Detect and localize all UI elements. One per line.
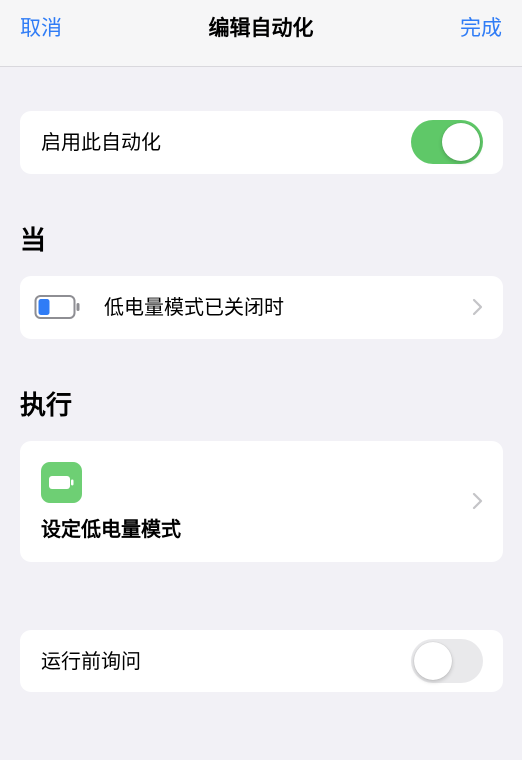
trigger-label: 低电量模式已关闭时 xyxy=(104,295,284,319)
battery-icon xyxy=(41,462,82,503)
battery-low-icon xyxy=(34,294,82,324)
trigger-row[interactable]: 低电量模式已关闭时 xyxy=(20,276,503,339)
ask-before-running-toggle[interactable] xyxy=(411,639,483,683)
enable-automation-row: 启用此自动化 xyxy=(20,111,503,174)
action-row[interactable]: 设定低电量模式 xyxy=(20,441,503,562)
navigation-bar: 取消 编辑自动化 完成 xyxy=(0,0,522,67)
toggle-knob xyxy=(414,642,452,680)
page-title: 编辑自动化 xyxy=(208,16,314,40)
enable-automation-toggle[interactable] xyxy=(411,120,483,164)
ask-before-running-label: 运行前询问 xyxy=(41,649,141,673)
do-section-title: 执行 xyxy=(20,391,73,421)
action-label: 设定低电量模式 xyxy=(41,517,181,541)
enable-automation-label: 启用此自动化 xyxy=(41,130,161,154)
chevron-right-icon xyxy=(469,492,487,510)
chevron-right-icon xyxy=(469,298,487,316)
ask-before-running-row: 运行前询问 xyxy=(20,630,503,692)
when-section-title: 当 xyxy=(20,226,47,256)
toggle-knob xyxy=(442,123,480,161)
done-button[interactable]: 完成 xyxy=(460,13,502,43)
